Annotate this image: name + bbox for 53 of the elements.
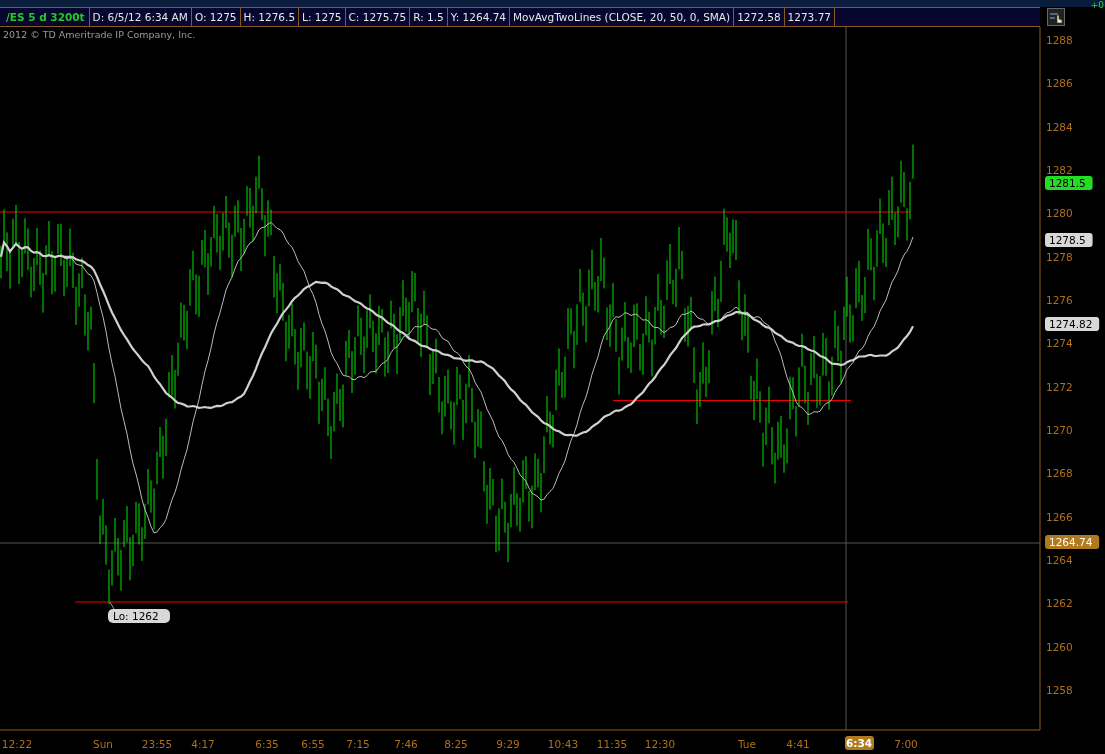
time-tag: 6:34 xyxy=(845,736,874,750)
price-axis-label: 1274 xyxy=(1046,337,1073,350)
time-axis-label: 10:43 xyxy=(547,738,579,750)
header-field: D: 6/5/12 6:34 AM xyxy=(89,8,192,26)
header-field: MovAvgTwoLines (CLOSE, 20, 50, 0, SMA) xyxy=(510,8,735,26)
price-axis-label: 1286 xyxy=(1046,77,1073,90)
copyright-text: 2012 © TD Ameritrade IP Company, Inc. xyxy=(3,29,196,40)
time-axis-label: 4:17 xyxy=(191,738,215,750)
header-field: O: 1275 xyxy=(191,8,241,26)
header-field: L: 1275 xyxy=(299,8,346,26)
time-axis-label: Sun xyxy=(93,738,113,750)
header-field: 1272.58 xyxy=(734,8,785,26)
header-field: R: 1.5 xyxy=(410,8,448,26)
time-axis-label: 4:41 xyxy=(786,738,810,750)
price-axis-label: 1288 xyxy=(1046,34,1073,46)
hand-pointer-icon xyxy=(1048,10,1064,24)
time-axis-label: Tue xyxy=(738,738,756,750)
low-label: Lo: 1262 xyxy=(108,601,170,623)
price-tag: 1281.5 xyxy=(1045,176,1093,190)
price-axis-label: 1282 xyxy=(1046,164,1073,176)
time-axis-label: 7:15 xyxy=(346,738,370,750)
price-tag: 1264.74 xyxy=(1045,535,1100,549)
cursor-tool-button[interactable] xyxy=(1047,8,1065,26)
price-axis-label: 1262 xyxy=(1046,597,1073,610)
change-reading: +0 xyxy=(1090,0,1104,11)
price-axis-label: 1264 xyxy=(1046,554,1073,566)
time-axis-label: 7:00 xyxy=(894,738,918,750)
price-axis-label: 1280 xyxy=(1046,207,1073,220)
header-field: C: 1275.75 xyxy=(345,8,411,26)
price-axis-label: 1278 xyxy=(1046,250,1073,263)
price-axis-label: 1260 xyxy=(1046,640,1073,653)
price-axis-label: 1270 xyxy=(1046,424,1073,436)
price-axis-label: 1272 xyxy=(1046,380,1073,393)
time-axis-label: 8:25 xyxy=(444,738,468,750)
header-field: 1273.77 xyxy=(784,8,835,26)
price-axis-label: 1268 xyxy=(1046,467,1073,480)
time-axis-label: 12:22 xyxy=(1,738,33,750)
time-axis-label: 11:35 xyxy=(596,738,628,750)
symbol-label: /ES 5 d 3200t xyxy=(0,8,90,26)
time-axis-label: 23:55 xyxy=(141,738,173,750)
price-axis-label: 1284 xyxy=(1046,120,1073,133)
time-axis-label: 9:29 xyxy=(496,738,520,750)
time-axis-label: 12:30 xyxy=(644,738,676,750)
price-axis-label: 1276 xyxy=(1046,294,1073,306)
price-tag: 1278.5 xyxy=(1045,233,1093,247)
price-axis-label: 1258 xyxy=(1046,684,1073,696)
price-tag: 1274.82 xyxy=(1045,317,1100,331)
header-field: H: 1276.5 xyxy=(240,8,300,26)
time-axis-label: 6:55 xyxy=(301,738,325,750)
price-axis-label: 1266 xyxy=(1046,510,1073,523)
header-field: Y: 1264.74 xyxy=(447,8,511,26)
time-axis-label: 6:35 xyxy=(255,738,279,750)
time-axis-label: 7:46 xyxy=(394,738,418,750)
